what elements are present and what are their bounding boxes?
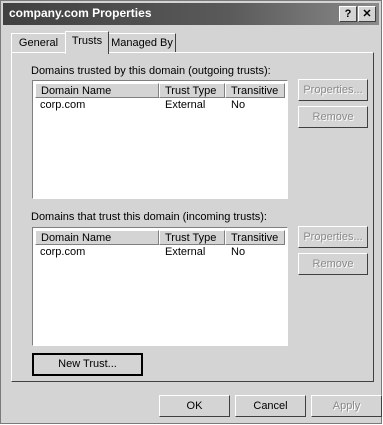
column-transitive[interactable]: Transitive (225, 230, 285, 245)
column-trust-type[interactable]: Trust Type (159, 83, 225, 98)
properties-dialog: company.com Properties ? ✕ General Trust… (0, 0, 382, 424)
cell-domain: corp.com (40, 99, 86, 111)
outgoing-trusts-label: Domains trusted by this domain (outgoing… (31, 65, 271, 77)
tab-managed-by[interactable]: Managed By (108, 33, 176, 52)
ok-button[interactable]: OK (159, 395, 230, 417)
help-button[interactable]: ? (339, 6, 357, 22)
list-header: Domain Name Trust Type Transitive (35, 83, 285, 98)
cell-trust-type: External (165, 99, 206, 111)
apply-button[interactable]: Apply (311, 395, 382, 417)
close-icon: ✕ (362, 8, 372, 20)
new-trust-label: New Trust... (58, 358, 117, 370)
column-domain-name[interactable]: Domain Name (35, 83, 159, 98)
new-trust-button[interactable]: New Trust... (32, 353, 143, 376)
incoming-properties-button[interactable]: Properties... (298, 226, 368, 248)
column-transitive[interactable]: Transitive (225, 83, 285, 98)
title-bar[interactable]: company.com Properties ? ✕ (3, 3, 379, 25)
outgoing-trusts-list[interactable]: Domain Name Trust Type Transitive corp.c… (32, 80, 288, 199)
tab-trusts[interactable]: Trusts (65, 31, 109, 54)
new-trust-button-face: New Trust... (34, 355, 141, 374)
column-domain-name[interactable]: Domain Name (35, 230, 159, 245)
cell-trust-type: External (165, 246, 206, 258)
window-title: company.com Properties (9, 6, 152, 20)
cancel-button[interactable]: Cancel (235, 395, 306, 417)
list-header: Domain Name Trust Type Transitive (35, 230, 285, 245)
outgoing-remove-button[interactable]: Remove (298, 106, 368, 128)
incoming-trusts-list[interactable]: Domain Name Trust Type Transitive corp.c… (32, 227, 288, 346)
outgoing-properties-button[interactable]: Properties... (298, 79, 368, 101)
incoming-remove-button[interactable]: Remove (298, 253, 368, 275)
close-button[interactable]: ✕ (358, 6, 376, 22)
cell-domain: corp.com (40, 246, 86, 258)
incoming-trusts-label: Domains that trust this domain (incoming… (31, 211, 267, 223)
tab-general[interactable]: General (11, 33, 66, 52)
cell-transitive: No (231, 99, 246, 111)
column-trust-type[interactable]: Trust Type (159, 230, 225, 245)
cell-transitive: No (231, 246, 246, 258)
